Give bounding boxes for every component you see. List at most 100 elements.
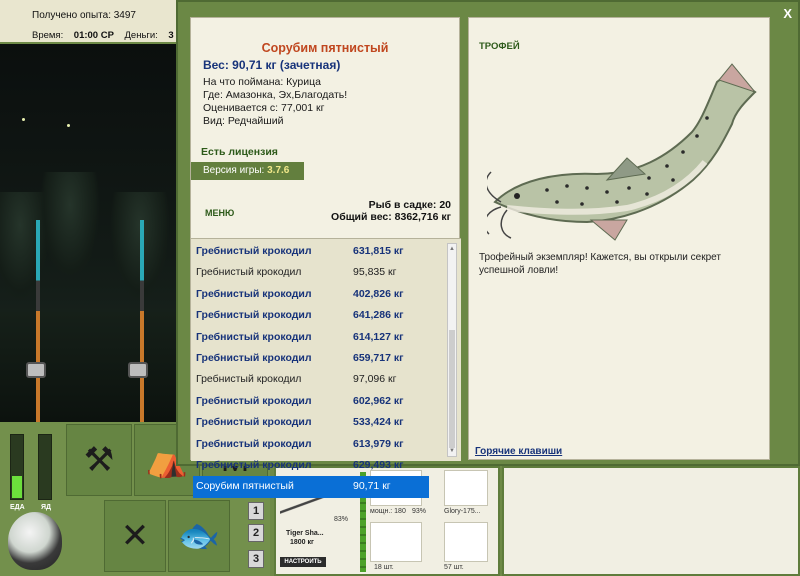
fish-name: Сорубим пятнистый xyxy=(261,41,389,55)
rod-name: Tiger Sha... xyxy=(286,530,324,537)
hotkeys-link[interactable]: Горячие клавиши xyxy=(475,446,562,457)
catch-fish-weight: 402,826 кг xyxy=(353,287,404,300)
time-value: 01:00 СР xyxy=(73,30,114,41)
fork-knife-icon: ✕ xyxy=(120,517,150,555)
keepnet-summary: Рыб в садке: 20 Общий вес: 8362,716 кг xyxy=(331,199,451,223)
catch-fish-name: Гребнистый крокодил xyxy=(196,287,312,300)
catch-list-row[interactable]: Сорубим пятнистый 90,71 кг xyxy=(193,476,429,498)
poison-label: ЯД xyxy=(41,504,52,511)
reel-icon xyxy=(128,362,148,378)
catch-fish-weight: 97,096 кг xyxy=(353,373,397,386)
slot-2-button[interactable]: 2 xyxy=(248,524,264,542)
catch-list-row[interactable]: Гребнистый крокодил 402,826 кг xyxy=(193,284,429,305)
version-label: Версия игры: xyxy=(203,165,265,176)
food-button[interactable]: ✕ xyxy=(104,500,166,572)
reel-condition: 93% xyxy=(412,508,427,515)
menu-link[interactable]: МЕНЮ xyxy=(205,208,234,218)
catch-fish-weight: 95,835 кг xyxy=(353,266,397,279)
catch-fish-weight: 659,717 кг xyxy=(353,351,404,364)
tune-button[interactable]: НАСТРОИТЬ xyxy=(280,557,326,567)
catch-list-row[interactable]: Гребнистый крокодил 602,962 кг xyxy=(193,391,429,412)
catch-fish-weight: 533,424 кг xyxy=(353,416,404,429)
money-value: 3 xyxy=(168,30,174,41)
catch-fish-name: Гребнистый крокодил xyxy=(196,373,302,386)
slot-3-button[interactable]: 3 xyxy=(248,550,264,568)
fish-info-panel: Сорубим пятнистый Вес: 90,71 кг (зачетна… xyxy=(190,17,461,498)
trophy-title: ТРОФЕЙ xyxy=(479,41,520,52)
rod-icon: ⚒ xyxy=(83,441,115,479)
pot-icon[interactable] xyxy=(8,512,62,570)
food-label: ЕДА xyxy=(10,504,25,511)
catch-list[interactable]: Гребнистый крокодил 631,815 кг Гребнистый … xyxy=(191,238,461,498)
fish-details: На что поймана: Курица Где: Амазонка, Эх… xyxy=(203,76,347,128)
money-label: Деньги: xyxy=(124,30,158,41)
catch-fish-weight: 90,71 кг xyxy=(353,480,391,493)
hook-count: 18 шт. xyxy=(374,564,394,571)
bait-count: 57 шт. xyxy=(444,564,464,571)
version-value: 3.7.6 xyxy=(267,165,290,176)
catch-fish-name: Гребнистый крокодил xyxy=(196,266,302,279)
catch-fish-name: Гребнистый крокодил xyxy=(196,394,312,407)
bait-slot[interactable] xyxy=(444,522,488,562)
scroll-down-icon[interactable]: ▼ xyxy=(448,446,456,456)
catch-fish-weight: 613,979 кг xyxy=(353,437,404,450)
trophy-message: Трофейный экземпляр! Кажется, вы открыли… xyxy=(479,252,721,276)
catch-fish-weight: 629,493 кг xyxy=(353,458,404,471)
caught-on: На что поймана: Курица xyxy=(203,76,321,88)
catfish-image xyxy=(487,63,757,241)
catch-list-row[interactable]: Гребнистый крокодил 533,424 кг xyxy=(193,412,429,433)
trophy-panel: ТРОФЕЙ Трофейный экземпляр! Кажется, вы … xyxy=(468,17,770,460)
catch-fish-weight: 631,815 кг xyxy=(353,245,404,257)
status-bar: Получено опыта: 3497 Время: 01:00 СР Ден… xyxy=(0,0,200,44)
firefly xyxy=(67,124,70,127)
catch-fish-weight: 641,286 кг xyxy=(353,309,404,322)
close-button[interactable]: X xyxy=(783,6,792,21)
catch-list-row[interactable]: Гребнистый крокодил 97,096 кг xyxy=(193,369,429,390)
catch-fish-weight: 614,127 кг xyxy=(353,330,404,343)
keepnet-count: Рыб в садке: 20 xyxy=(368,199,451,211)
fish-icon: 🐟 xyxy=(177,517,221,555)
hook-slot[interactable] xyxy=(370,522,422,562)
bottom-right-panel xyxy=(502,466,800,576)
food-meter xyxy=(10,434,24,500)
food-meter-fill xyxy=(12,475,22,498)
fish-button[interactable]: 🐟 xyxy=(168,500,230,572)
reel-power: мощн.: 180 xyxy=(370,508,406,515)
catch-list-row[interactable]: Гребнистый крокодил 659,717 кг xyxy=(193,348,429,369)
catch-fish-name: Гребнистый крокодил xyxy=(196,458,312,471)
scroll-up-icon[interactable]: ▲ xyxy=(448,244,456,254)
catch-list-scrollbar[interactable]: ▲ ▼ xyxy=(447,243,457,457)
line-name: Glory-175... xyxy=(444,508,481,515)
fishing-rod-left[interactable] xyxy=(36,220,40,422)
scroll-thumb[interactable] xyxy=(449,330,455,448)
poison-meter xyxy=(38,434,52,500)
rod-condition: 83% xyxy=(334,516,349,523)
rods-button[interactable]: ⚒ xyxy=(66,424,132,496)
rarity: Вид: Редчайший xyxy=(203,115,284,127)
catch-dialog: X Сорубим пятнистый Вес: 90,71 кг (зачет… xyxy=(176,0,800,498)
catch-fish-name: Гребнистый крокодил xyxy=(196,245,312,257)
catch-fish-name: Гребнистый крокодил xyxy=(196,351,312,364)
catch-list-row[interactable]: Гребнистый крокодил 614,127 кг xyxy=(193,327,429,348)
fishing-rod-right[interactable] xyxy=(140,220,144,422)
time-money-row: Время: 01:00 СР Деньги: 3 xyxy=(32,30,174,41)
palm-tree xyxy=(40,172,100,282)
time-label: Время: xyxy=(32,30,64,41)
location: Где: Амазонка, Эх,Благодать! xyxy=(203,89,348,101)
version-badge: Версия игры: 3.7.6 xyxy=(191,162,304,180)
catch-list-row[interactable]: Гребнистый крокодил 629,493 кг xyxy=(193,455,429,476)
catch-list-row[interactable]: Гребнистый крокодил 613,979 кг xyxy=(193,434,429,455)
catch-fish-name: Гребнистый крокодил xyxy=(196,309,312,322)
catch-fish-name: Гребнистый крокодил xyxy=(196,330,312,343)
catch-list-row[interactable]: Гребнистый крокодил 631,815 кг xyxy=(193,241,429,262)
fish-weight: Вес: 90,71 кг (зачетная) xyxy=(203,58,341,72)
catch-list-row[interactable]: Гребнистый крокодил 95,835 кг xyxy=(193,262,429,283)
slot-1-button[interactable]: 1 xyxy=(248,502,264,520)
experience-label: Получено опыта: 3497 xyxy=(32,10,136,21)
keepnet-weight: Общий вес: 8362,716 кг xyxy=(331,211,451,223)
catch-list-row[interactable]: Гребнистый крокодил 641,286 кг xyxy=(193,305,429,326)
line-slot[interactable] xyxy=(444,470,488,506)
fishing-scene[interactable] xyxy=(0,44,178,422)
catch-fish-name: Гребнистый крокодил xyxy=(196,437,312,450)
catch-fish-name: Гребнистый крокодил xyxy=(196,416,312,429)
